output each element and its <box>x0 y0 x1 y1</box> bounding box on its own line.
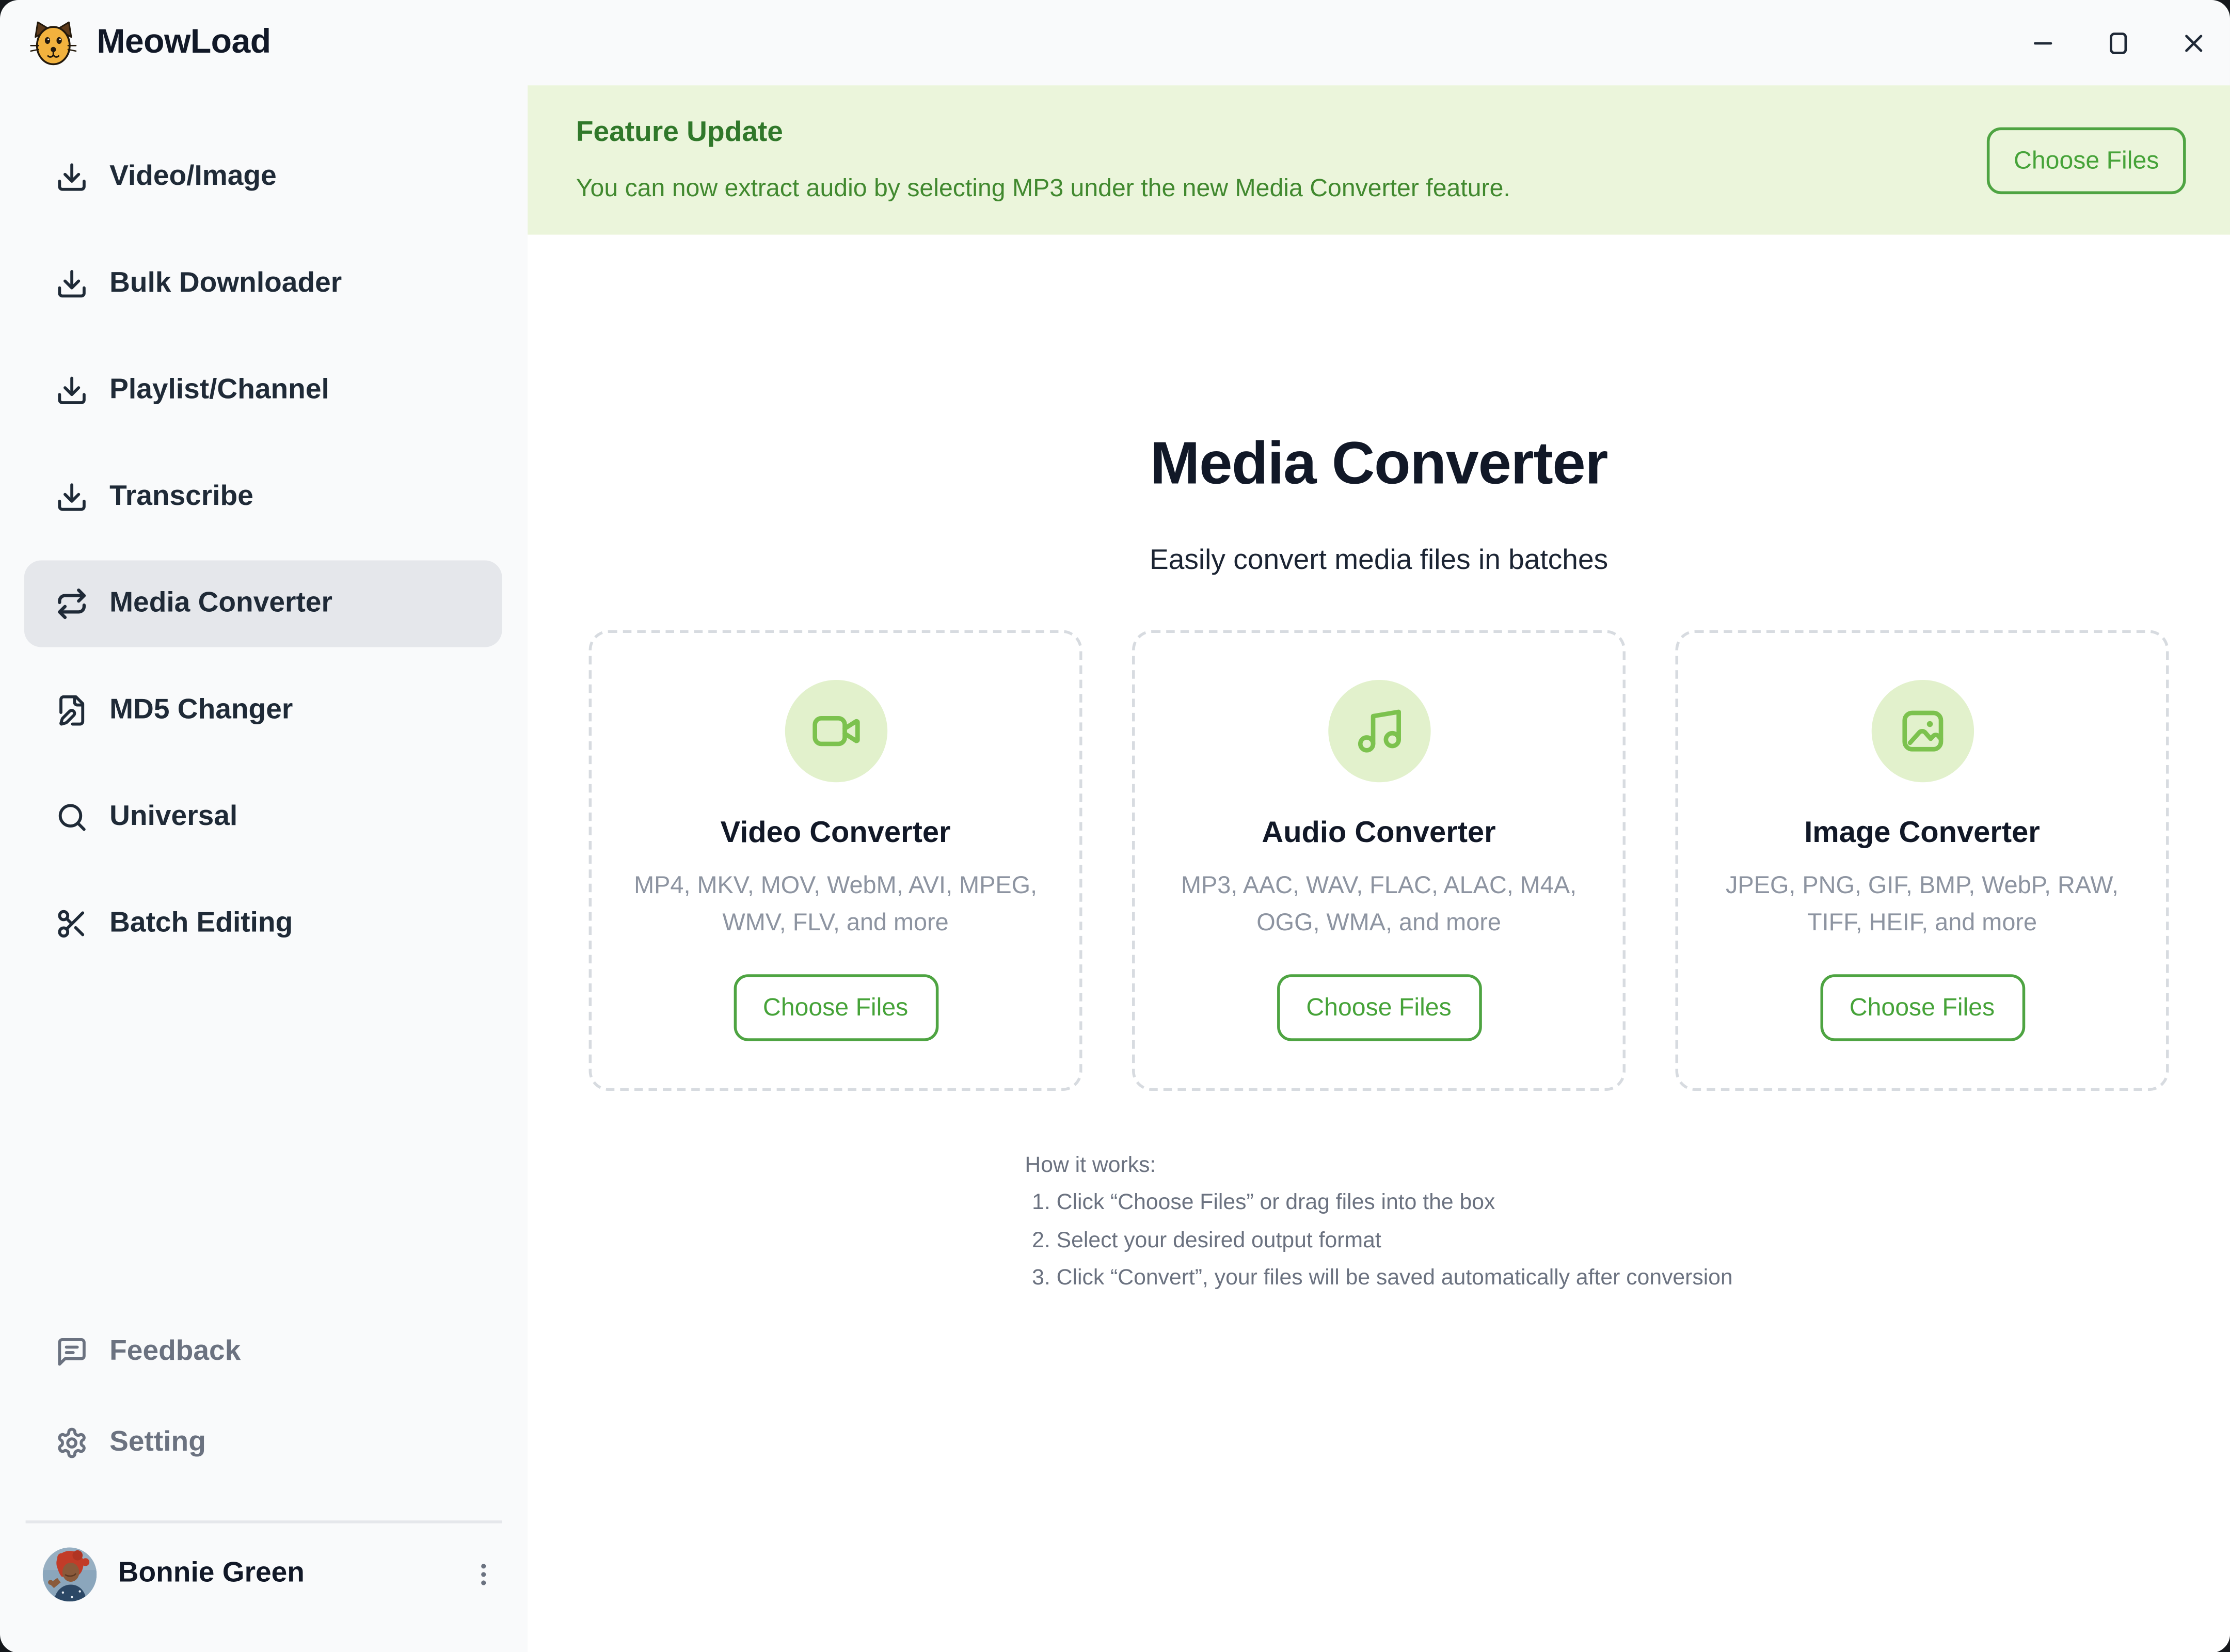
banner-message: You can now extract audio by selecting M… <box>576 173 2230 203</box>
sidebar-item-label: Video/Image <box>109 161 277 193</box>
video-icon <box>784 680 886 782</box>
download-icon <box>55 374 88 407</box>
sidebar-item-label: Playlist/Channel <box>109 374 329 407</box>
search-icon <box>55 801 88 833</box>
card-formats: MP3, AAC, WAV, FLAC, ALAC, M4A, OGG, WMA… <box>1160 868 1598 942</box>
app-window: MeowLoad Video/Image Bulk Downloader <box>0 0 2230 1652</box>
how-it-works-step: 1. Click “Choose Files” or drag files in… <box>1032 1185 1733 1222</box>
card-title: Video Converter <box>721 816 951 850</box>
sidebar-item-video-image[interactable]: Video/Image <box>24 134 502 220</box>
card-formats: MP4, MKV, MOV, WebM, AVI, MPEG, WMV, FLV… <box>616 868 1055 942</box>
how-it-works-title: How it works: <box>1025 1148 1732 1185</box>
minimize-icon[interactable] <box>2028 28 2057 57</box>
sidebar-item-label: Bulk Downloader <box>109 267 342 300</box>
how-it-works-section: How it works: 1. Click “Choose Files” or… <box>528 1148 2230 1297</box>
banner-choose-files-button[interactable]: Choose Files <box>1987 126 2186 193</box>
audio-choose-files-button[interactable]: Choose Files <box>1277 974 1482 1041</box>
sidebar-item-bulk-downloader[interactable]: Bulk Downloader <box>24 241 502 327</box>
meowload-cat-logo-icon <box>28 20 78 66</box>
app-title: MeowLoad <box>97 23 270 62</box>
card-formats: JPEG, PNG, GIF, BMP, WebP, RAW, TIFF, HE… <box>1703 868 2141 942</box>
music-note-icon <box>1328 680 1430 782</box>
sidebar-footer: Feedback Setting <box>0 1312 528 1652</box>
sidebar-item-playlist-channel[interactable]: Playlist/Channel <box>24 347 502 434</box>
close-icon[interactable] <box>2179 28 2207 57</box>
banner-title: Feature Update <box>576 117 2230 149</box>
avatar <box>43 1547 97 1601</box>
window-controls <box>2028 0 2230 85</box>
page-title: Media Converter <box>528 434 2230 494</box>
sidebar-item-md5-changer[interactable]: MD5 Changer <box>24 667 502 754</box>
sidebar-item-label: Media Converter <box>109 587 332 620</box>
video-converter-card[interactable]: Video Converter MP4, MKV, MOV, WebM, AVI… <box>589 630 1082 1091</box>
sidebar-item-label: Feedback <box>109 1336 241 1368</box>
sidebar: Video/Image Bulk Downloader Playlist/Cha… <box>0 85 528 1652</box>
sidebar-item-feedback[interactable]: Feedback <box>24 1312 502 1392</box>
sidebar-item-label: MD5 Changer <box>109 694 293 726</box>
image-converter-card[interactable]: Image Converter JPEG, PNG, GIF, BMP, Web… <box>1676 630 2169 1091</box>
converter-cards: Video Converter MP4, MKV, MOV, WebM, AVI… <box>528 630 2230 1091</box>
sidebar-divider <box>26 1520 502 1523</box>
file-pen-icon <box>55 694 88 726</box>
user-name: Bonnie Green <box>118 1558 305 1590</box>
maximize-icon[interactable] <box>2104 28 2132 57</box>
user-row: Bonnie Green <box>43 1543 502 1605</box>
card-title: Audio Converter <box>1262 816 1495 850</box>
sidebar-item-media-converter[interactable]: Media Converter <box>24 561 502 647</box>
video-choose-files-button[interactable]: Choose Files <box>733 974 938 1041</box>
sidebar-item-label: Setting <box>109 1426 206 1459</box>
kebab-menu-icon[interactable] <box>465 1552 502 1595</box>
feedback-message-icon <box>55 1336 88 1368</box>
sidebar-item-label: Universal <box>109 801 237 833</box>
audio-converter-card[interactable]: Audio Converter MP3, AAC, WAV, FLAC, ALA… <box>1132 630 1626 1091</box>
card-title: Image Converter <box>1804 816 2040 850</box>
sidebar-item-label: Batch Editing <box>109 908 293 940</box>
feature-update-banner: Feature Update You can now extract audio… <box>528 85 2230 234</box>
gear-icon <box>55 1426 88 1459</box>
download-icon <box>55 267 88 300</box>
repeat-icon <box>55 587 88 620</box>
media-converter-content: Media Converter Easily convert media fil… <box>528 434 2230 1297</box>
scissors-icon <box>55 908 88 940</box>
titlebar: MeowLoad <box>0 0 2230 85</box>
image-choose-files-button[interactable]: Choose Files <box>1820 974 2025 1041</box>
image-icon <box>1871 680 1973 782</box>
sidebar-item-label: Transcribe <box>109 481 253 513</box>
sidebar-item-setting[interactable]: Setting <box>24 1403 502 1483</box>
sidebar-item-universal[interactable]: Universal <box>24 774 502 861</box>
page-subtitle: Easily convert media files in batches <box>528 545 2230 577</box>
download-icon <box>55 481 88 513</box>
how-it-works-step: 2. Select your desired output format <box>1032 1222 1733 1260</box>
how-it-works-step: 3. Click “Convert”, your files will be s… <box>1032 1260 1733 1297</box>
download-icon <box>55 161 88 193</box>
sidebar-item-batch-editing[interactable]: Batch Editing <box>24 880 502 967</box>
main-panel: Feature Update You can now extract audio… <box>528 85 2230 1652</box>
sidebar-item-transcribe[interactable]: Transcribe <box>24 454 502 541</box>
